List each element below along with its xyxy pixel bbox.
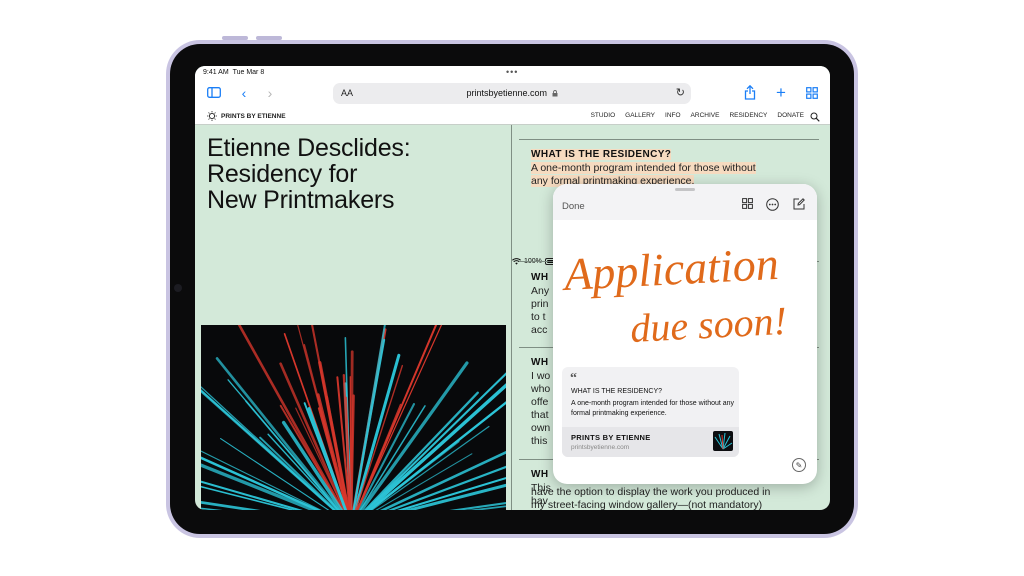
quick-note-panel[interactable]: Done Application due soon! “ WHAT IS THE… bbox=[553, 184, 817, 484]
front-camera bbox=[174, 284, 182, 292]
faq-heading: WH bbox=[531, 272, 549, 283]
nav-gallery[interactable]: GALLERY bbox=[625, 112, 655, 119]
artwork-image bbox=[201, 325, 506, 510]
faq-heading: WHAT IS THE RESIDENCY? bbox=[531, 149, 672, 160]
link-preview-card[interactable]: “ WHAT IS THE RESIDENCY? A one-month pro… bbox=[562, 367, 739, 457]
site-header: PRINTS BY ETIENNE STUDIO GALLERY INFO AR… bbox=[195, 108, 830, 125]
handwritten-note[interactable]: Application due soon! bbox=[561, 242, 811, 352]
tab-overview-icon[interactable] bbox=[803, 84, 821, 103]
reload-icon[interactable]: ↻ bbox=[676, 86, 685, 99]
faq-answer-continued: have the option to display the work you … bbox=[531, 486, 771, 510]
article-left-column: Etienne Desclides: Residency for New Pri… bbox=[195, 125, 511, 510]
site-logo[interactable]: PRINTS BY ETIENNE bbox=[207, 111, 286, 121]
search-icon[interactable] bbox=[810, 109, 820, 125]
faq-heading: WH bbox=[531, 357, 549, 368]
sun-logo-icon bbox=[207, 111, 217, 121]
grid-view-icon[interactable] bbox=[742, 198, 753, 212]
nav-donate[interactable]: DONATE bbox=[777, 112, 804, 119]
site-nav: STUDIO GALLERY INFO ARCHIVE RESIDENCY DO… bbox=[591, 112, 804, 119]
handwriting-line-1: Application bbox=[561, 242, 780, 300]
card-domain: printsbyetienne.com bbox=[571, 444, 630, 451]
new-tab-plus-icon[interactable]: + bbox=[772, 84, 790, 102]
row-divider bbox=[519, 139, 819, 140]
site-name: PRINTS BY ETIENNE bbox=[221, 112, 286, 120]
ipad-screen: 9:41 AM Tue Mar 8 ••• 100% ‹ › AA prints… bbox=[195, 66, 830, 510]
compose-icon[interactable] bbox=[793, 198, 805, 213]
page-title: Etienne Desclides: Residency for New Pri… bbox=[207, 134, 411, 214]
lock-icon bbox=[552, 90, 558, 97]
card-footer: PRINTS BY ETIENNE printsbyetienne.com bbox=[562, 427, 739, 457]
quote-icon: “ bbox=[570, 371, 577, 386]
markup-pencil-icon[interactable]: ✎ bbox=[792, 458, 806, 472]
card-thumbnail bbox=[713, 431, 733, 451]
forward-chevron-icon[interactable]: › bbox=[261, 84, 279, 102]
artwork-stroke bbox=[349, 350, 354, 510]
volume-button bbox=[256, 36, 282, 40]
quick-note-toolbar: Done bbox=[553, 184, 817, 220]
nav-info[interactable]: INFO bbox=[665, 112, 681, 119]
nav-residency[interactable]: RESIDENCY bbox=[729, 112, 767, 119]
back-chevron-icon[interactable]: ‹ bbox=[235, 84, 253, 102]
card-title: WHAT IS THE RESIDENCY? bbox=[571, 388, 663, 395]
nav-archive[interactable]: ARCHIVE bbox=[691, 112, 720, 119]
artwork-stroke bbox=[245, 400, 340, 510]
drag-handle[interactable] bbox=[675, 188, 695, 191]
sidebar-icon[interactable] bbox=[205, 84, 223, 102]
status-time: 9:41 AM Tue Mar 8 bbox=[203, 69, 265, 76]
faq-heading: WH bbox=[531, 469, 549, 480]
handwriting-line-2: due soon! bbox=[629, 298, 788, 351]
url-text: printsbyetienne.com bbox=[333, 88, 691, 98]
nav-studio[interactable]: STUDIO bbox=[591, 112, 616, 119]
volume-button bbox=[222, 36, 248, 40]
more-options-icon[interactable] bbox=[766, 198, 779, 214]
card-body: A one-month program intended for those w… bbox=[571, 400, 735, 417]
safari-toolbar: ‹ › AA printsbyetienne.com ↻ + bbox=[195, 80, 830, 108]
status-bar: 9:41 AM Tue Mar 8 ••• 100% bbox=[195, 66, 830, 265]
share-icon[interactable] bbox=[741, 84, 759, 104]
address-bar[interactable]: AA printsbyetienne.com ↻ bbox=[333, 83, 691, 104]
done-button[interactable]: Done bbox=[562, 201, 585, 212]
card-site-name: PRINTS BY ETIENNE bbox=[571, 433, 651, 442]
